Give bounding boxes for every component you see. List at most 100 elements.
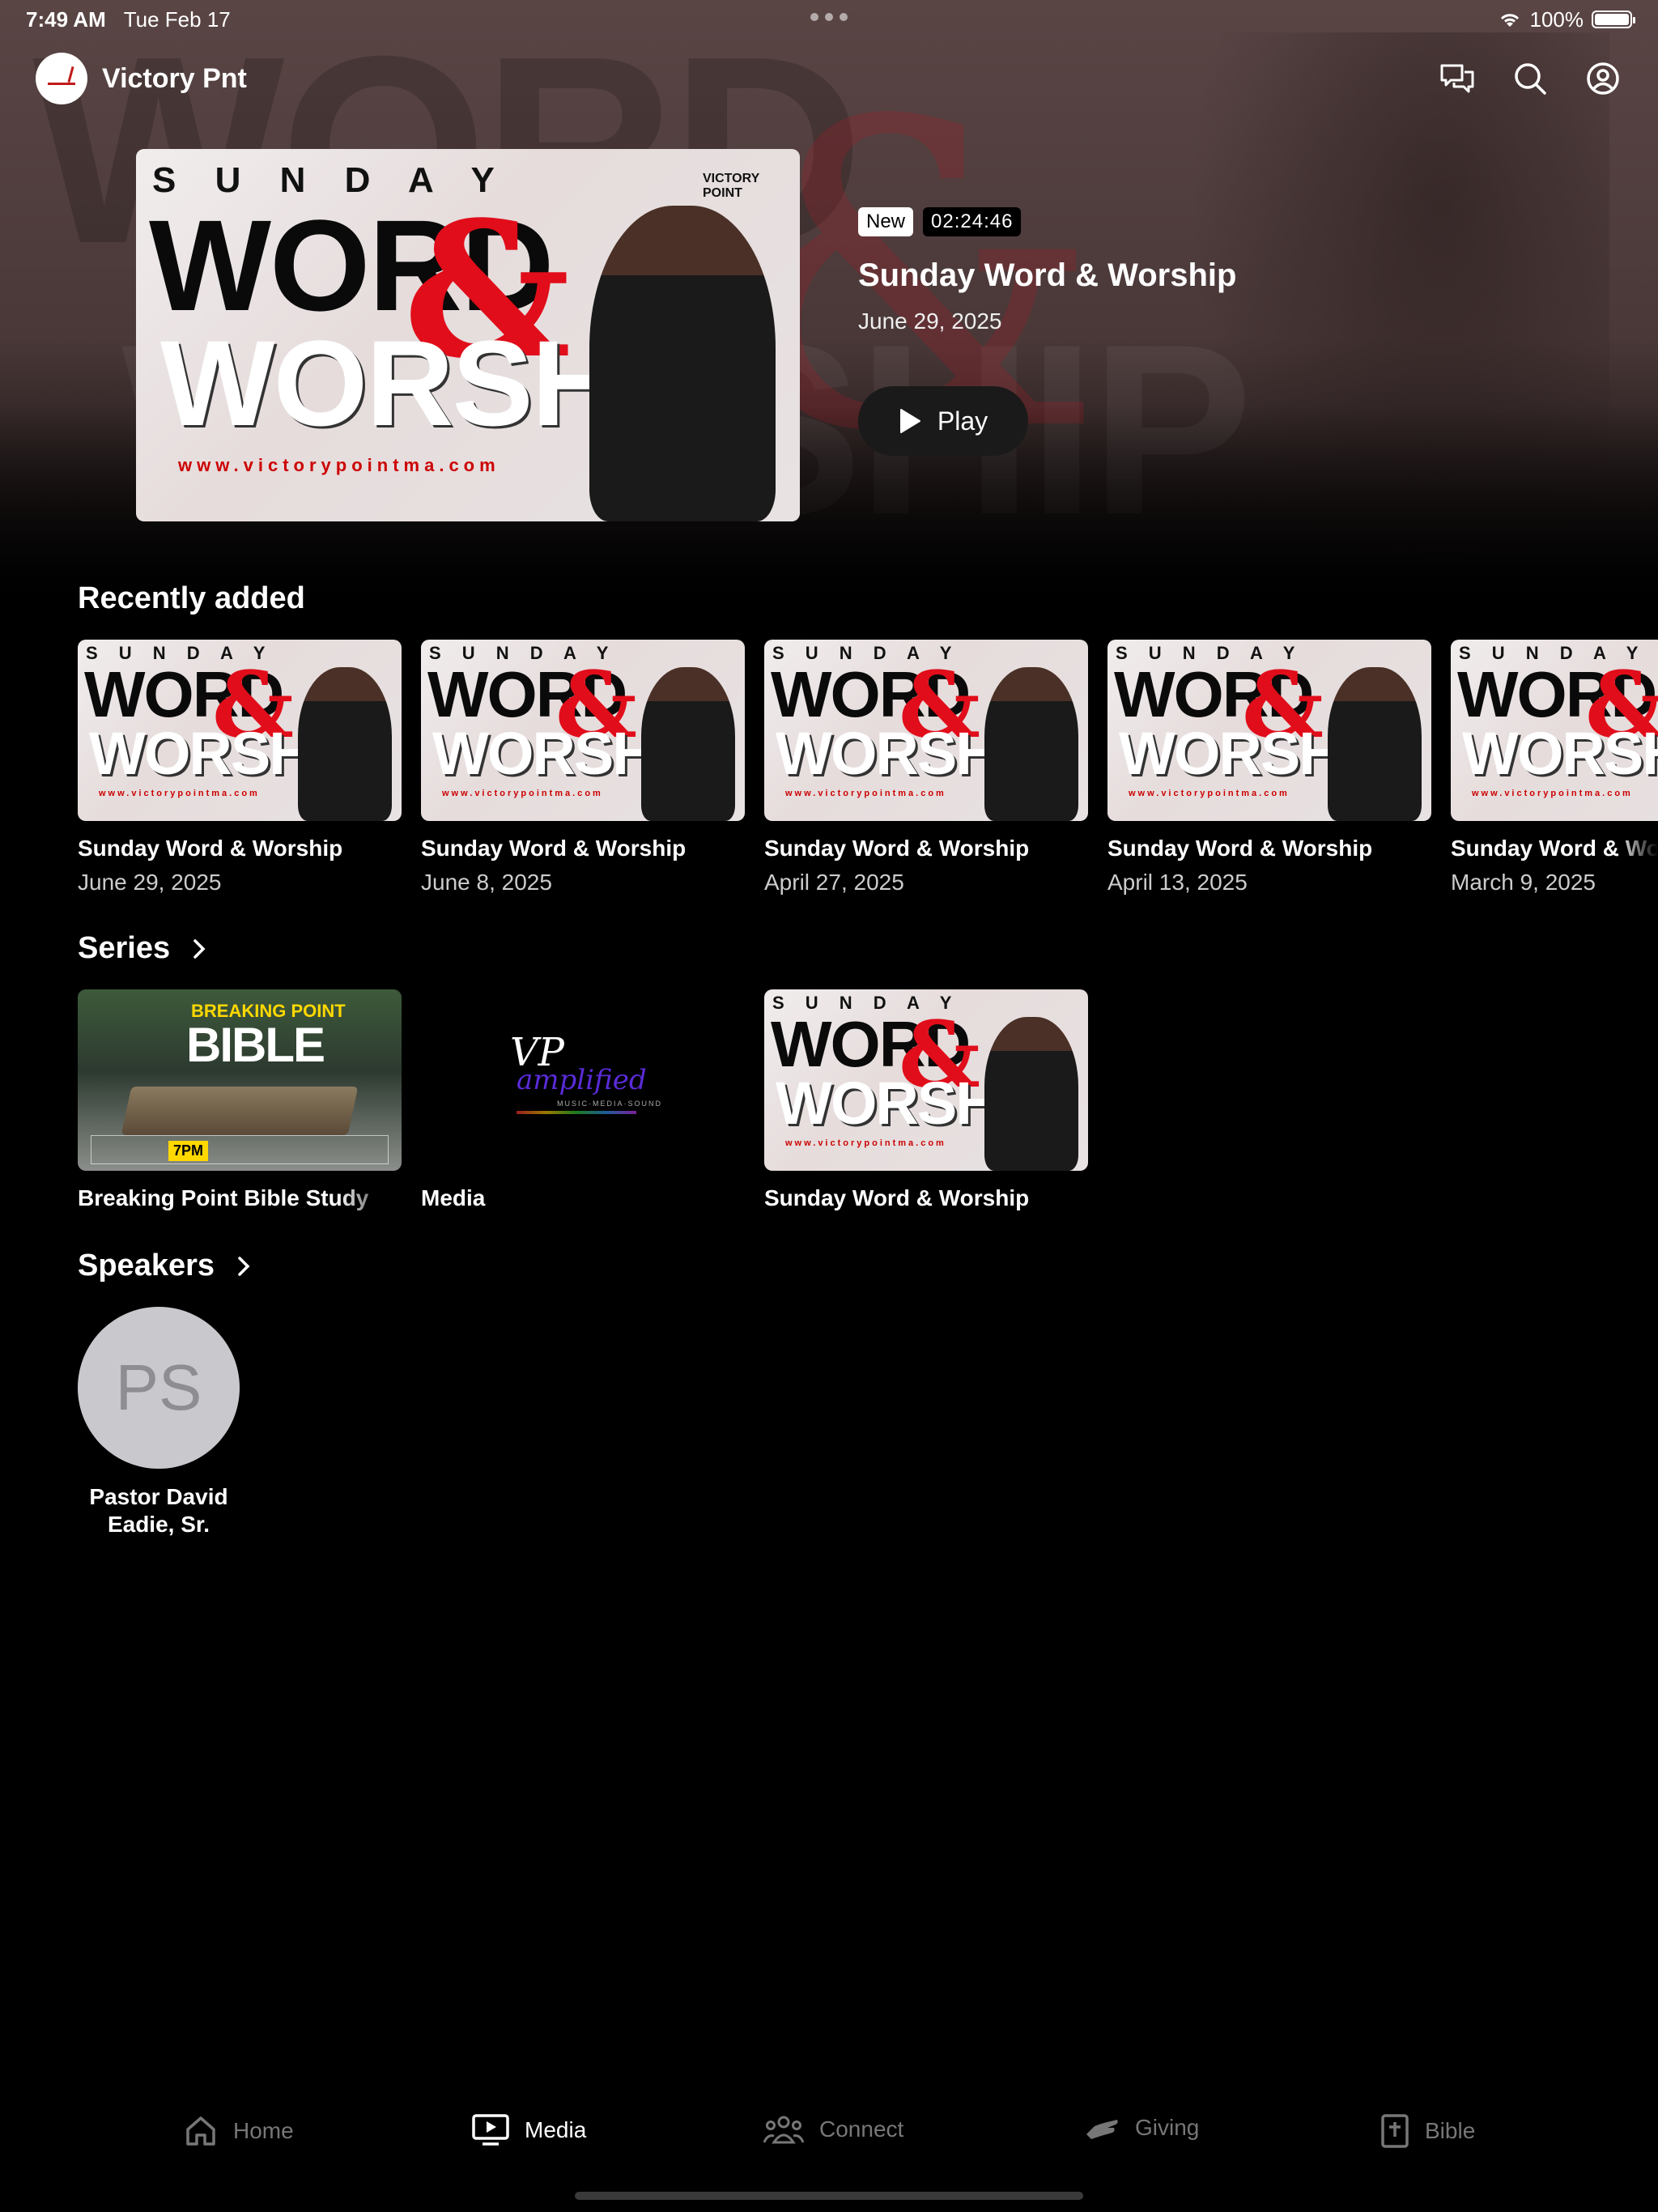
speakers-heading[interactable]: Speakers xyxy=(78,1249,250,1283)
series-title: Breaking Point Bible Study xyxy=(78,1185,369,1210)
recent-date: April 27, 2025 xyxy=(764,870,904,895)
recent-date: April 13, 2025 xyxy=(1107,870,1248,895)
home-icon xyxy=(186,2116,215,2146)
speaker-figure xyxy=(984,667,1078,821)
series-heading[interactable]: Series xyxy=(78,931,206,966)
speaker-figure xyxy=(984,1017,1078,1171)
bible-art-time-text: 7PM xyxy=(168,1141,209,1161)
chevron-right-icon xyxy=(193,938,206,959)
recent-title: Sunday Word & Worship xyxy=(1107,836,1373,861)
speaker-name: Pastor David Eadie, Sr. xyxy=(89,1484,228,1537)
account-icon xyxy=(1587,62,1619,95)
tab-giving[interactable]: Giving xyxy=(1083,2113,1199,2142)
recent-title: Sunday Word & Worship xyxy=(1451,836,1658,861)
series-card[interactable]: VP amplified MUSIC·MEDIA·SOUND Media xyxy=(421,989,745,1211)
series-title: Media xyxy=(421,1185,486,1210)
series-thumbnail: BREAKING POINT BIBLE 7PM xyxy=(78,989,402,1171)
hand-icon xyxy=(1086,2120,1118,2139)
bible-study-artwork: BREAKING POINT BIBLE 7PM xyxy=(78,989,402,1171)
speaker-figure xyxy=(589,206,776,521)
chevron-right-icon xyxy=(238,1256,250,1276)
search-icon xyxy=(1515,63,1546,95)
battery-percent: 100% xyxy=(1529,6,1584,32)
recent-card[interactable]: S U N D A YWORD&WORSHIPwww.victorypointm… xyxy=(1451,640,1658,895)
tab-connect[interactable]: Connect xyxy=(763,2113,903,2146)
tab-media-label: Media xyxy=(525,2117,587,2142)
recent-card[interactable]: S U N D A YWORD&WORSHIPwww.victorypointm… xyxy=(764,640,1088,895)
tab-media[interactable]: Media xyxy=(471,2113,586,2147)
artwork-url-text: www.victorypointma.com xyxy=(178,455,500,475)
account-button[interactable] xyxy=(1584,59,1622,98)
book-image xyxy=(121,1087,359,1135)
tab-bible-label: Bible xyxy=(1425,2118,1476,2143)
chat-button[interactable] xyxy=(1438,59,1477,98)
recent-date: June 29, 2025 xyxy=(78,870,222,895)
recent-date: March 9, 2025 xyxy=(1451,870,1596,895)
amplified-logo-artwork: VP amplified MUSIC·MEDIA·SOUND xyxy=(421,989,745,1171)
multitasking-dots[interactable] xyxy=(810,13,848,21)
artwork-url-text: www.victorypointma.com xyxy=(442,789,603,798)
artwork-url-text: www.victorypointma.com xyxy=(785,789,946,798)
search-button[interactable] xyxy=(1511,59,1550,98)
recent-thumbnail: S U N D A YWORD&WORSHIPwww.victorypointm… xyxy=(421,640,745,821)
recent-thumbnail: S U N D A YWORD&WORSHIPwww.victorypointm… xyxy=(764,640,1088,821)
recent-thumbnail: S U N D A YWORD&WORSHIPwww.victorypointm… xyxy=(78,640,402,821)
featured-date: June 29, 2025 xyxy=(858,308,1002,334)
recent-card[interactable]: S U N D A YWORD&WORSHIPwww.victorypointm… xyxy=(78,640,402,895)
series-card[interactable]: BREAKING POINT BIBLE 7PM Breaking Point … xyxy=(78,989,402,1211)
recent-card[interactable]: S U N D A YWORD&WORSHIPwww.victorypointm… xyxy=(421,640,745,895)
battery-icon xyxy=(1592,11,1635,28)
artwork-logo-text: VICTORY POINT xyxy=(703,172,759,200)
duration-badge: 02:24:46 xyxy=(923,207,1022,236)
featured-info: New 02:24:46 Sunday Word & Worship June … xyxy=(858,207,1236,456)
word-worship-artwork: S U N D A YWORD&WORSHIPwww.victorypointm… xyxy=(78,640,402,821)
tab-connect-label: Connect xyxy=(819,2116,904,2142)
recent-thumbnail: S U N D A YWORD&WORSHIPwww.victorypointm… xyxy=(1451,640,1658,821)
tab-home-label: Home xyxy=(233,2118,294,2143)
avatar: PS xyxy=(78,1307,240,1469)
recent-card[interactable]: S U N D A YWORD&WORSHIPwww.victorypointm… xyxy=(1107,640,1431,895)
series-thumbnail: VP amplified MUSIC·MEDIA·SOUND xyxy=(421,989,745,1171)
tab-home[interactable]: Home xyxy=(183,2113,294,2149)
play-icon xyxy=(899,409,920,433)
sound-wave xyxy=(517,1111,636,1114)
app-logo[interactable] xyxy=(36,53,87,104)
series-thumbnail: S U N D A Y WORD & WORSHIP www.victorypo… xyxy=(764,989,1088,1171)
tv-icon xyxy=(472,2114,509,2146)
status-time: 7:49 AM xyxy=(26,6,106,32)
chat-icon xyxy=(1440,64,1474,93)
artwork-url-text: www.victorypointma.com xyxy=(1472,789,1633,798)
speaker-item[interactable]: PS Pastor David Eadie, Sr. xyxy=(78,1307,240,1538)
speaker-figure xyxy=(641,667,735,821)
status-bar: 7:49 AM Tue Feb 17 100% xyxy=(26,6,1635,32)
featured-thumbnail[interactable]: S U N D A Y WORD & WORSHIP www.victorypo… xyxy=(136,149,800,521)
artwork-url-text: www.victorypointma.com xyxy=(99,789,260,798)
home-indicator[interactable] xyxy=(575,2192,1083,2200)
word-worship-artwork: S U N D A Y WORD & WORSHIP www.victorypo… xyxy=(764,989,1088,1171)
play-button[interactable]: Play xyxy=(858,386,1028,456)
top-nav: Victory Pnt xyxy=(36,52,1622,105)
bible-art-main-text: BIBLE xyxy=(186,1018,325,1072)
featured-title: Sunday Word & Worship xyxy=(858,257,1237,293)
artwork-url-text: www.victorypointma.com xyxy=(785,1138,946,1148)
recently-added-heading: Recently added xyxy=(78,581,305,616)
tab-giving-label: Giving xyxy=(1135,2115,1200,2140)
recent-title: Sunday Word & Worship xyxy=(78,836,343,861)
series-title: Sunday Word & Worship xyxy=(764,1185,1030,1210)
recent-title: Sunday Word & Worship xyxy=(764,836,1030,861)
tab-bar: Home Media Connect Giving Bible xyxy=(0,2113,1658,2170)
bible-icon xyxy=(1381,2114,1409,2148)
series-card[interactable]: S U N D A Y WORD & WORSHIP www.victorypo… xyxy=(764,989,1088,1211)
word-worship-artwork: S U N D A YWORD&WORSHIPwww.victorypointm… xyxy=(1451,640,1658,821)
amplified-word-text: amplified xyxy=(517,1064,647,1096)
recent-thumbnail: S U N D A YWORD&WORSHIPwww.victorypointm… xyxy=(1107,640,1431,821)
speakers-label: Speakers xyxy=(78,1249,215,1283)
app-title: Victory Pnt xyxy=(102,62,247,94)
people-icon xyxy=(763,2116,805,2144)
amplified-sub-text: MUSIC·MEDIA·SOUND xyxy=(557,1100,662,1108)
tab-bible[interactable]: Bible xyxy=(1380,2113,1475,2149)
artwork-worship-text: WORSHIP xyxy=(1462,720,1658,787)
word-worship-artwork: S U N D A YWORD&WORSHIPwww.victorypointm… xyxy=(764,640,1088,821)
status-date: Tue Feb 17 xyxy=(123,6,231,32)
word-worship-artwork: S U N D A YWORD&WORSHIPwww.victorypointm… xyxy=(1107,640,1431,821)
